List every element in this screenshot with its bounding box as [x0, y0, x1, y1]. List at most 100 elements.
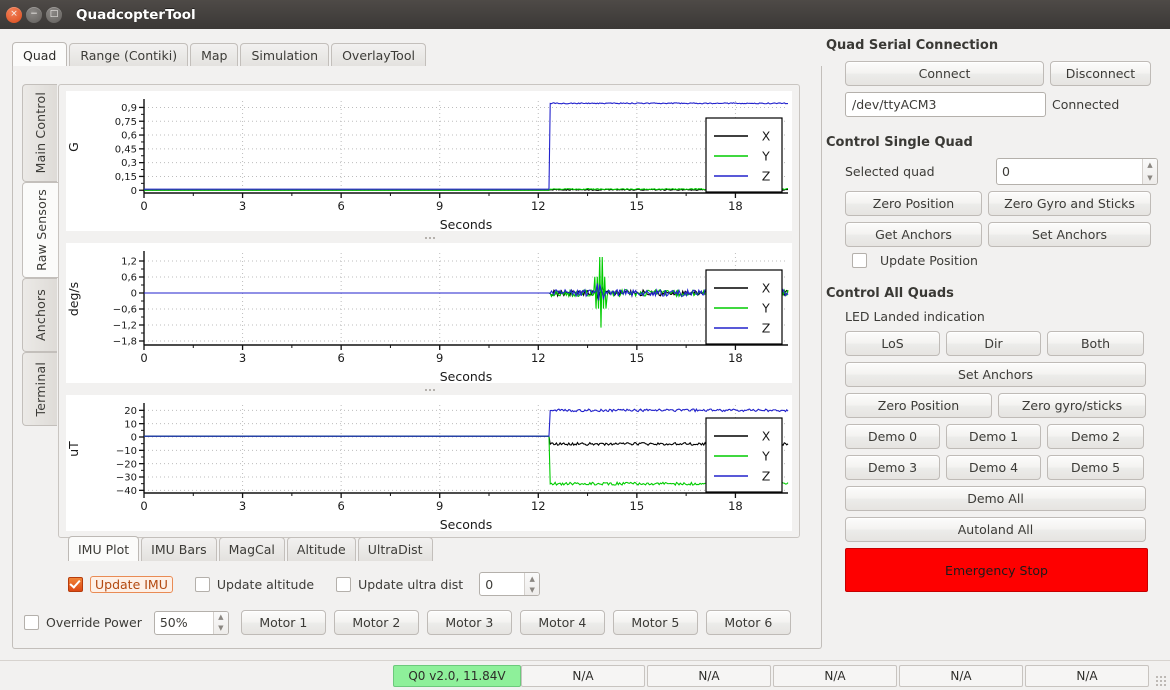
ultra-dist-stepper-buttons[interactable]: ▲ ▼	[524, 573, 540, 595]
update-ultra-dist-label[interactable]: Update ultra dist	[358, 577, 463, 592]
demo-0-button[interactable]: Demo 0	[845, 424, 940, 449]
connection-status-label: Connected	[1052, 97, 1120, 112]
demo-3-button[interactable]: Demo 3	[845, 455, 940, 480]
led-landed-label: LED Landed indication	[845, 309, 985, 324]
selected-quad-stepper-buttons[interactable]: ▲ ▼	[1142, 159, 1157, 184]
selected-quad-stepper[interactable]: ▲ ▼	[996, 158, 1158, 185]
motor-5-button[interactable]: Motor 5	[612, 610, 698, 635]
motor-6-button[interactable]: Motor 6	[705, 610, 791, 635]
svg-text:15: 15	[630, 199, 645, 213]
update-position-label[interactable]: Update Position	[880, 253, 978, 268]
tab-ultradist[interactable]: UltraDist	[357, 537, 433, 561]
sidebar-item-main-control[interactable]: Main Control	[22, 84, 57, 182]
quadcopter-tool-window: × − □ QuadcopterTool Quad Range (Contiki…	[0, 0, 1170, 690]
get-anchors-button[interactable]: Get Anchors	[845, 222, 982, 247]
all-zero-position-button[interactable]: Zero Position	[845, 393, 992, 418]
update-imu-checkbox[interactable]	[68, 576, 83, 592]
update-altitude-label[interactable]: Update altitude	[217, 577, 314, 592]
stepper-down-icon[interactable]: ▼	[525, 584, 539, 595]
single-zero-gyro-sticks-button[interactable]: Zero Gyro and Sticks	[988, 191, 1151, 216]
sidebar-item-anchors[interactable]: Anchors	[22, 278, 57, 352]
tab-magcal[interactable]: MagCal	[218, 537, 285, 561]
svg-text:0,45: 0,45	[115, 144, 137, 155]
update-imu-label[interactable]: Update IMU	[90, 575, 173, 593]
svg-text:X: X	[762, 429, 771, 444]
svg-text:0,75: 0,75	[115, 117, 137, 128]
update-position-checkbox[interactable]	[852, 253, 867, 268]
power-stepper-buttons[interactable]: ▲ ▼	[212, 611, 228, 634]
svg-text:0: 0	[131, 289, 137, 300]
sidebar-item-raw-sensors[interactable]: Raw Sensors	[22, 182, 59, 278]
accelerometer-chart-svg: 0 0,15 0,3 0,45 0,6 0,75 0,9 0 3 6 9 12 15 18 Seconds G…	[66, 99, 789, 231]
motor-1-button[interactable]: Motor 1	[240, 610, 326, 635]
selected-quad-input[interactable]	[997, 159, 1142, 184]
led-dir-button[interactable]: Dir	[946, 331, 1041, 356]
svg-text:Y: Y	[761, 149, 770, 164]
all-set-anchors-button[interactable]: Set Anchors	[845, 362, 1146, 387]
tab-magcal-label: MagCal	[228, 542, 275, 557]
autoland-all-button[interactable]: Autoland All	[845, 517, 1146, 542]
imu-plot-card: 0 0,15 0,3 0,45 0,6 0,75 0,9 0 3 6 9 12 15 18 Seconds G…	[58, 84, 800, 538]
chart-splitter-2[interactable]	[66, 383, 792, 395]
chart-splitter-1[interactable]	[66, 231, 792, 243]
motor-4-button[interactable]: Motor 4	[519, 610, 605, 635]
demo-4-button[interactable]: Demo 4	[946, 455, 1041, 480]
tab-imu-bars[interactable]: IMU Bars	[141, 537, 217, 561]
svg-text:Y: Y	[761, 449, 770, 464]
override-power-checkbox[interactable]	[24, 615, 39, 630]
svg-text:0: 0	[140, 199, 147, 213]
tab-simulation[interactable]: Simulation	[240, 43, 330, 67]
tab-map[interactable]: Map	[190, 43, 239, 67]
serial-port-input[interactable]	[845, 92, 1046, 117]
all-quads-section-title: Control All Quads	[826, 286, 954, 301]
all-zero-gyro-sticks-button[interactable]: Zero gyro/sticks	[998, 393, 1146, 418]
svg-text:−1,2: −1,2	[113, 321, 137, 332]
resize-grip-icon[interactable]	[1155, 675, 1167, 687]
override-power-label[interactable]: Override Power	[46, 615, 142, 630]
tab-quad[interactable]: Quad	[12, 42, 68, 67]
power-stepper[interactable]: ▲ ▼	[153, 610, 229, 635]
connect-button[interactable]: Connect	[845, 61, 1044, 86]
stepper-up-icon[interactable]: ▲	[525, 573, 539, 584]
demo-5-button[interactable]: Demo 5	[1047, 455, 1144, 480]
emergency-stop-button[interactable]: Emergency Stop	[845, 548, 1148, 592]
demo-all-button[interactable]: Demo All	[845, 486, 1146, 511]
power-stepper-up-icon[interactable]: ▲	[214, 612, 228, 623]
tab-altitude[interactable]: Altitude	[286, 537, 356, 561]
serial-section-title: Quad Serial Connection	[826, 38, 999, 53]
update-ultra-dist-checkbox[interactable]	[336, 576, 352, 592]
power-stepper-down-icon[interactable]: ▼	[214, 623, 228, 634]
magnetometer-chart-svg: −40 −30 −20 −10 0 10 20 0 3 6 9 12 15 18 Seconds uT XYZ	[66, 403, 789, 531]
ultra-dist-stepper[interactable]: ▲ ▼	[479, 572, 541, 596]
svg-text:0,3: 0,3	[121, 158, 137, 169]
close-icon[interactable]: ×	[6, 6, 22, 23]
disconnect-button[interactable]: Disconnect	[1050, 61, 1151, 86]
svg-text:0: 0	[131, 433, 137, 444]
demo-2-button[interactable]: Demo 2	[1047, 424, 1144, 449]
magnetometer-chart: −40 −30 −20 −10 0 10 20 0 3 6 9 12 15 18 Seconds uT X Y Z	[66, 395, 792, 531]
update-altitude-checkbox[interactable]	[194, 576, 210, 592]
power-input[interactable]	[154, 611, 213, 634]
single-set-anchors-button[interactable]: Set Anchors	[988, 222, 1151, 247]
tab-ultradist-label: UltraDist	[367, 542, 423, 557]
maximize-icon[interactable]: □	[46, 6, 62, 23]
motor-2-button[interactable]: Motor 2	[333, 610, 419, 635]
led-los-button[interactable]: LoS	[845, 331, 940, 356]
ultra-dist-input[interactable]	[480, 573, 525, 595]
sidebar-item-terminal[interactable]: Terminal	[22, 352, 57, 426]
svg-text:Z: Z	[762, 469, 771, 484]
window-title-bar: × − □ QuadcopterTool	[0, 0, 1170, 30]
tab-imu-plot[interactable]: IMU Plot	[68, 536, 140, 561]
selected-quad-down-icon[interactable]: ▼	[1143, 172, 1157, 185]
minimize-icon[interactable]: −	[26, 6, 42, 23]
window-title: QuadcopterTool	[76, 6, 196, 23]
led-both-button[interactable]: Both	[1047, 331, 1144, 356]
selected-quad-up-icon[interactable]: ▲	[1143, 159, 1157, 172]
demo-1-button[interactable]: Demo 1	[946, 424, 1041, 449]
tab-overlaytool[interactable]: OverlayTool	[331, 43, 426, 67]
motor-3-button[interactable]: Motor 3	[426, 610, 512, 635]
sidebar-item-anchors-label: Anchors	[32, 289, 48, 341]
svg-text:1,2: 1,2	[121, 257, 137, 268]
single-zero-position-button[interactable]: Zero Position	[845, 191, 982, 216]
tab-range-contiki[interactable]: Range (Contiki)	[69, 43, 189, 67]
